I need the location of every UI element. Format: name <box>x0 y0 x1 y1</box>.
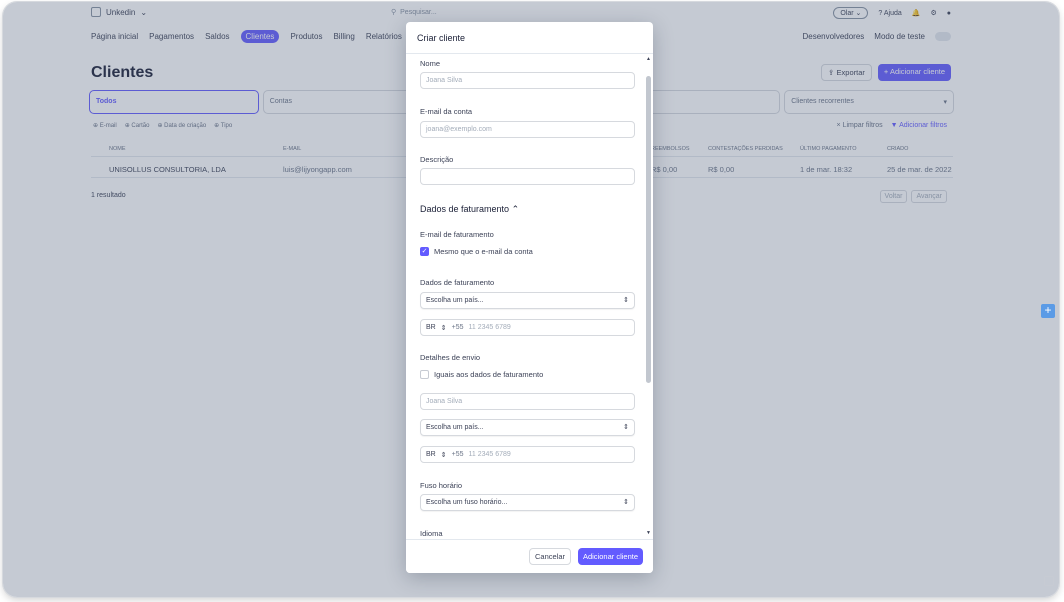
modal-title: Criar cliente <box>406 22 653 54</box>
select-arrows-icon: ⇕ <box>440 325 447 332</box>
billing-data-label: Dados de faturamento <box>420 278 495 287</box>
ship-name-input[interactable]: Joana Silva <box>420 393 635 410</box>
timezone-select[interactable]: Escolha um fuso horário... ⇕ <box>420 494 635 511</box>
email-input[interactable]: joana@exemplo.com <box>420 121 635 138</box>
timezone-label: Fuso horário <box>420 481 463 490</box>
select-arrows-icon: ⇕ <box>623 297 629 304</box>
ship-phone-prefix: +55 <box>451 451 464 458</box>
timezone-value: Escolha um fuso horário... <box>426 499 508 506</box>
ship-country-select[interactable]: Escolha um país... ⇕ <box>420 419 635 436</box>
window: Unkedin ⌄ ⚲ Pesquisar... Olar ⌄ ? Ajuda … <box>3 2 1059 597</box>
modal-footer: Cancelar Adicionar cliente <box>406 539 653 573</box>
scroll-down-icon[interactable]: ▼ <box>646 530 651 536</box>
ship-phone-input[interactable]: BR ⇕ +55 11 2345 6789 <box>420 446 635 463</box>
scrollbar-thumb[interactable] <box>646 76 651 383</box>
ship-phone-placeholder: 11 2345 6789 <box>468 451 511 458</box>
select-arrows-icon: ⇕ <box>623 499 629 506</box>
phone-placeholder: 11 2345 6789 <box>468 324 511 331</box>
country-select-value: Escolha um país... <box>426 297 484 304</box>
phone-country[interactable]: BR <box>426 324 436 331</box>
billing-section-title[interactable]: Dados de faturamento ⌃ <box>420 204 519 215</box>
same-email-checkbox[interactable]: ✓ Mesmo que o e-mail da conta <box>420 247 533 256</box>
phone-prefix: +55 <box>451 324 464 331</box>
ship-phone-country[interactable]: BR <box>426 451 436 458</box>
corner-icon <box>1044 576 1054 586</box>
create-customer-modal: Criar cliente Nome Joana Silva E-mail da… <box>406 22 653 573</box>
language-label: Idioma <box>420 529 443 538</box>
shipping-label: Detalhes de envio <box>420 353 481 362</box>
checkbox-icon <box>420 370 429 379</box>
modal-body: Nome Joana Silva E-mail da conta joana@e… <box>406 54 653 538</box>
ship-country-value: Escolha um país... <box>426 424 484 431</box>
description-input[interactable] <box>420 168 635 185</box>
same-billing-checkbox[interactable]: Iguais aos dados de faturamento <box>420 370 543 379</box>
plus-icon[interactable]: + <box>1041 304 1055 318</box>
country-select[interactable]: Escolha um país... ⇕ <box>420 292 635 309</box>
name-label: Nome <box>420 59 441 68</box>
scroll-up-icon[interactable]: ▲ <box>646 56 651 62</box>
name-input[interactable]: Joana Silva <box>420 72 635 89</box>
phone-input[interactable]: BR ⇕ +55 11 2345 6789 <box>420 319 635 336</box>
same-email-label: Mesmo que o e-mail da conta <box>434 247 533 256</box>
email-label: E-mail da conta <box>420 107 473 116</box>
select-arrows-icon: ⇕ <box>623 424 629 431</box>
checkmark-icon: ✓ <box>420 247 429 256</box>
same-billing-label: Iguais aos dados de faturamento <box>434 370 544 379</box>
cancel-button[interactable]: Cancelar <box>528 548 571 565</box>
billing-email-label: E-mail de faturamento <box>420 230 494 239</box>
chevron-up-icon: ⌃ <box>511 204 520 214</box>
select-arrows-icon: ⇕ <box>440 452 447 459</box>
description-label: Descrição <box>420 155 454 164</box>
submit-add-customer-button[interactable]: Adicionar cliente <box>577 548 643 565</box>
